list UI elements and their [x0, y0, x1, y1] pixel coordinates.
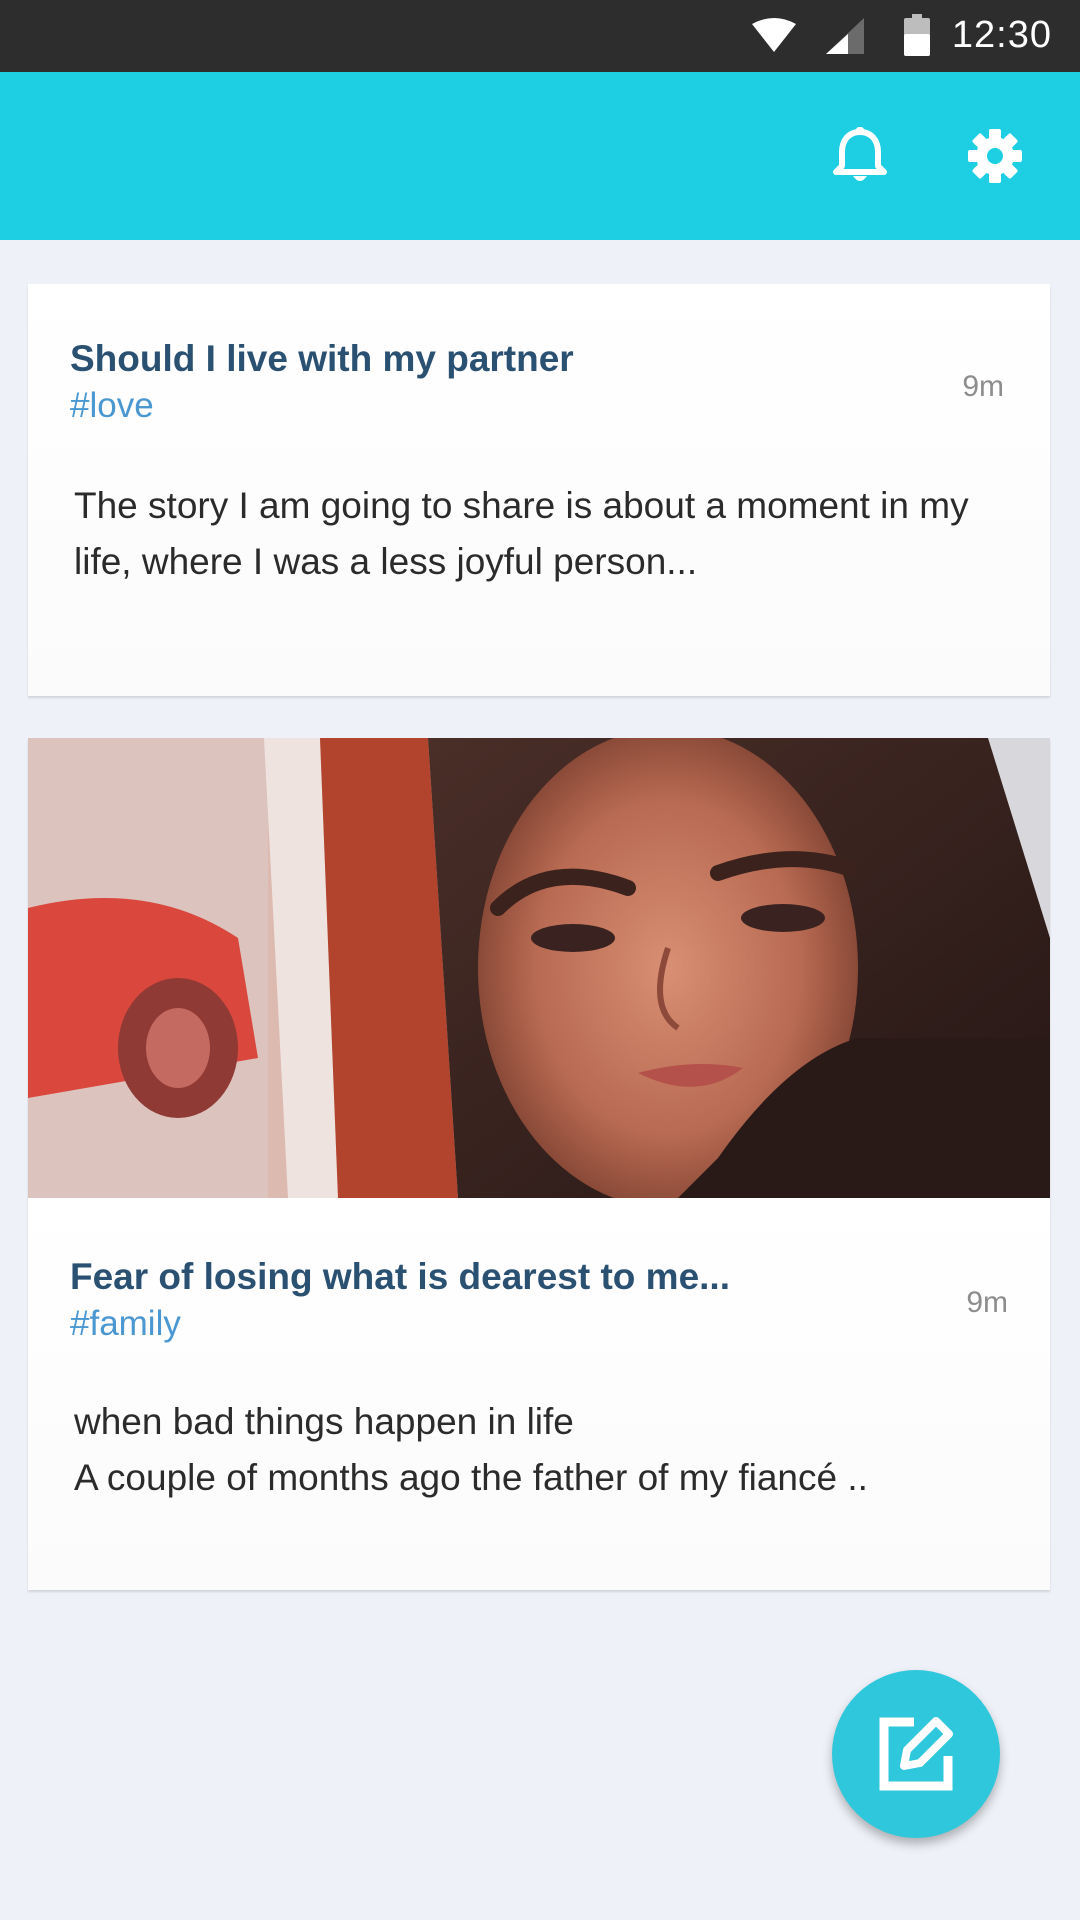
post-card[interactable]: Should I live with my partner #love 9m T… — [28, 284, 1050, 696]
status-time: 12:30 — [951, 14, 1052, 56]
wifi-icon — [752, 18, 796, 52]
gear-icon — [968, 129, 1022, 183]
edit-icon — [879, 1717, 953, 1791]
status-bar: 12:30 — [0, 0, 1080, 72]
post-title[interactable]: Should I live with my partner — [70, 338, 574, 380]
settings-button[interactable] — [955, 116, 1035, 196]
signal-icon — [826, 18, 864, 54]
app-bar — [0, 72, 1080, 240]
post-tag[interactable]: #family — [70, 1304, 181, 1344]
battery-icon — [904, 14, 930, 56]
post-excerpt: when bad things happen in life A couple … — [74, 1401, 868, 1498]
bell-icon — [833, 127, 887, 181]
post-excerpt: The story I am going to share is about a… — [74, 485, 969, 582]
post-time: 9m — [966, 1286, 1008, 1319]
notifications-button[interactable] — [820, 116, 900, 196]
post-time: 9m — [962, 370, 1004, 403]
compose-button[interactable] — [832, 1670, 1000, 1838]
post-tag[interactable]: #love — [70, 386, 154, 426]
post-image — [28, 738, 1050, 1198]
post-card[interactable]: Fear of losing what is dearest to me... … — [28, 738, 1050, 1590]
post-title[interactable]: Fear of losing what is dearest to me... — [70, 1256, 730, 1298]
